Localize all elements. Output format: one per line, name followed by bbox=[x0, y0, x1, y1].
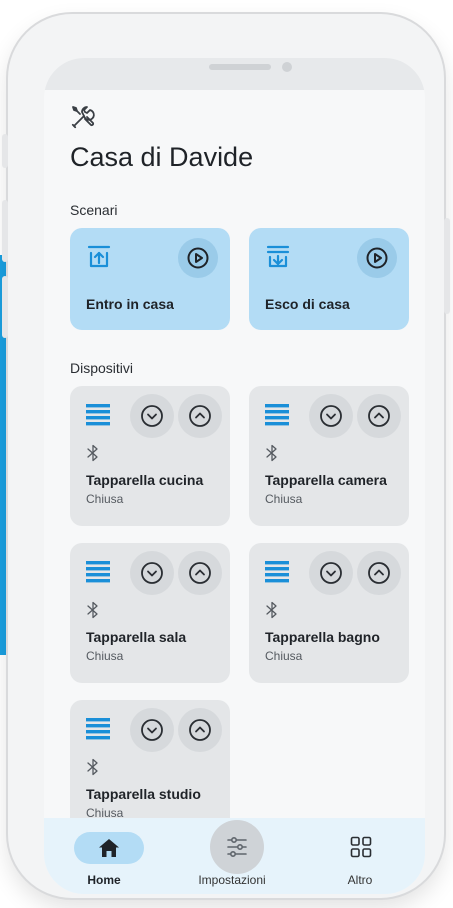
chevron-up-icon bbox=[189, 562, 211, 584]
blind-down-button[interactable] bbox=[309, 394, 353, 438]
play-icon bbox=[187, 247, 209, 269]
phone-side-button bbox=[2, 134, 8, 168]
bluetooth-icon bbox=[87, 601, 98, 619]
bluetooth-icon bbox=[87, 758, 98, 776]
blind-down-button[interactable] bbox=[130, 708, 174, 752]
device-card[interactable]: Tapparella camera Chiusa bbox=[249, 386, 409, 526]
blind-up-button[interactable] bbox=[178, 708, 222, 752]
chevron-down-icon bbox=[141, 562, 163, 584]
blinds-icon bbox=[86, 404, 110, 426]
scenes-section-label: Scenari bbox=[70, 202, 118, 218]
play-scene-button[interactable] bbox=[357, 238, 397, 278]
home-icon bbox=[99, 839, 119, 857]
grid-icon bbox=[350, 836, 372, 858]
blind-up-button[interactable] bbox=[357, 394, 401, 438]
bluetooth-icon bbox=[266, 444, 277, 462]
nav-press-indicator bbox=[210, 820, 264, 874]
phone-side-button bbox=[2, 200, 8, 262]
blinds-icon bbox=[265, 404, 289, 426]
nav-item-home[interactable]: Home bbox=[44, 818, 164, 894]
page-title: Casa di Davide bbox=[70, 142, 254, 172]
device-name: Tapparella camera bbox=[265, 472, 387, 488]
device-name: Tapparella sala bbox=[86, 629, 187, 645]
blind-up-button[interactable] bbox=[178, 394, 222, 438]
blinds-icon bbox=[86, 561, 110, 583]
device-status: Chiusa bbox=[265, 649, 303, 663]
chevron-down-icon bbox=[320, 405, 342, 427]
play-scene-button[interactable] bbox=[178, 238, 218, 278]
blind-down-button[interactable] bbox=[130, 551, 174, 595]
tools-icon[interactable] bbox=[70, 104, 96, 130]
device-status: Chiusa bbox=[86, 492, 124, 506]
devices-section-label: Dispositivi bbox=[70, 360, 134, 376]
device-name: Tapparella bagno bbox=[265, 629, 380, 645]
blind-down-button[interactable] bbox=[309, 551, 353, 595]
nav-item-altro[interactable]: Altro bbox=[300, 818, 420, 894]
chevron-up-icon bbox=[368, 405, 390, 427]
device-status: Chiusa bbox=[86, 649, 124, 663]
scene-card-entro[interactable]: Entro in casa bbox=[70, 228, 230, 330]
phone-side-button bbox=[2, 276, 8, 338]
blinds-icon bbox=[86, 718, 110, 740]
blind-up-button[interactable] bbox=[357, 551, 401, 595]
device-card[interactable]: Tapparella bagno Chiusa bbox=[249, 543, 409, 683]
notch bbox=[44, 58, 425, 90]
blinds-icon bbox=[265, 561, 289, 583]
speaker bbox=[209, 64, 271, 70]
chevron-up-icon bbox=[189, 405, 211, 427]
arrow-up-into-tray-icon bbox=[87, 245, 111, 268]
nav-label: Impostazioni bbox=[198, 873, 266, 887]
blind-down-button[interactable] bbox=[130, 394, 174, 438]
phone-frame: Casa di Davide Scenari Entro in casa Esc… bbox=[2, 14, 450, 898]
scene-label: Esco di casa bbox=[265, 296, 350, 312]
chevron-up-icon bbox=[189, 719, 211, 741]
chevron-up-icon bbox=[368, 562, 390, 584]
device-card[interactable]: Tapparella cucina Chiusa bbox=[70, 386, 230, 526]
device-status: Chiusa bbox=[265, 492, 303, 506]
blind-up-button[interactable] bbox=[178, 551, 222, 595]
app-screen: Casa di Davide Scenari Entro in casa Esc… bbox=[44, 58, 425, 894]
sliders-icon bbox=[227, 836, 247, 857]
nav-item-impostazioni[interactable]: Impostazioni bbox=[172, 818, 292, 894]
nav-active-indicator bbox=[74, 832, 144, 864]
device-card[interactable]: Tapparella sala Chiusa bbox=[70, 543, 230, 683]
chevron-down-icon bbox=[141, 719, 163, 741]
nav-label: Home bbox=[87, 873, 121, 887]
device-name: Tapparella studio bbox=[86, 786, 201, 802]
play-icon bbox=[366, 247, 388, 269]
arrow-down-out-tray-icon bbox=[266, 245, 290, 268]
bluetooth-icon bbox=[266, 601, 277, 619]
camera bbox=[282, 62, 292, 72]
scene-label: Entro in casa bbox=[86, 296, 174, 312]
chevron-down-icon bbox=[320, 562, 342, 584]
device-name: Tapparella cucina bbox=[86, 472, 204, 488]
bluetooth-icon bbox=[87, 444, 98, 462]
phone-side-button bbox=[444, 218, 450, 314]
nav-label: Altro bbox=[347, 873, 373, 887]
chevron-down-icon bbox=[141, 405, 163, 427]
scene-card-esco[interactable]: Esco di casa bbox=[249, 228, 409, 330]
bottom-nav: Home Impostazioni Altro bbox=[44, 818, 425, 894]
